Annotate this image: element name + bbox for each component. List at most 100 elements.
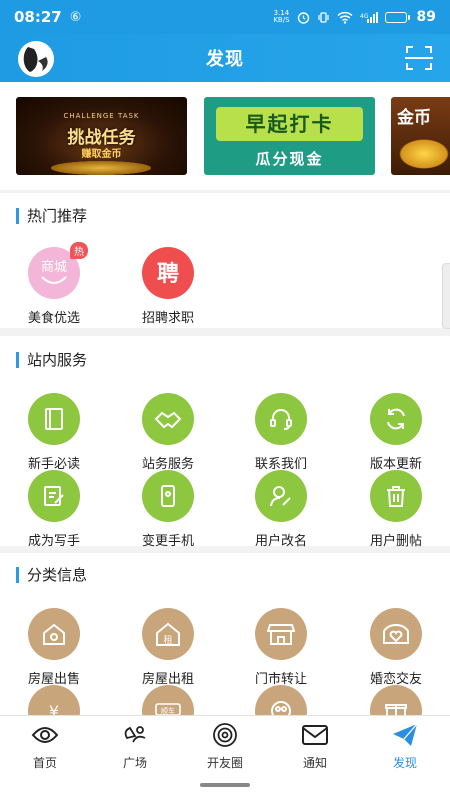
edit-icon bbox=[28, 470, 80, 522]
item-label: 成为写手 bbox=[27, 534, 80, 549]
item-label: 用户改名 bbox=[254, 534, 307, 549]
status-bar: 08:27 ⑥ 3.14 KB/S 4G 89 bbox=[0, 0, 450, 34]
svg-text:聘: 聘 bbox=[157, 262, 179, 287]
section-title: 热门推荐 bbox=[16, 208, 87, 224]
side-drawer-handle[interactable] bbox=[442, 263, 450, 329]
people-icon bbox=[255, 685, 307, 715]
paper-plane-icon bbox=[393, 723, 418, 746]
net-speed: 3.14 KB/S bbox=[273, 10, 289, 24]
avatar[interactable] bbox=[18, 41, 54, 77]
user-edit-icon bbox=[255, 470, 307, 522]
category-storefront[interactable]: 门市转让 bbox=[231, 608, 331, 687]
tab-label: 通知 bbox=[302, 756, 327, 770]
service-newbie[interactable]: 新手必读 bbox=[4, 393, 104, 472]
service-contact[interactable]: 联系我们 bbox=[231, 393, 331, 472]
home-indicator[interactable] bbox=[200, 783, 250, 787]
mail-icon bbox=[302, 725, 328, 745]
category-dating[interactable]: 婚恋交友 bbox=[346, 608, 446, 687]
heart-icon bbox=[370, 608, 422, 660]
storefront-icon bbox=[255, 608, 307, 660]
hot-item-food[interactable]: 商城 热 美食优选 bbox=[4, 242, 104, 326]
square-icon bbox=[124, 726, 146, 743]
signal-icon: 4G bbox=[360, 11, 378, 23]
refresh-icon bbox=[370, 393, 422, 445]
trash-icon bbox=[370, 470, 422, 522]
page-title: 发现 bbox=[206, 49, 244, 70]
battery-icon bbox=[384, 11, 410, 23]
alarm-icon bbox=[297, 11, 309, 24]
tab-notifications[interactable]: 通知 bbox=[270, 716, 360, 775]
status-time: 08:27 bbox=[14, 8, 62, 26]
banner-title: 早起打卡 bbox=[216, 107, 363, 141]
book-icon bbox=[28, 393, 80, 445]
wifi-icon bbox=[336, 11, 353, 24]
service-station[interactable]: 站务服务 bbox=[118, 393, 218, 472]
category-section: 分类信息 房屋出售 租 房屋出租 门市转让 婚恋交友 ¥ 顺车 bbox=[0, 553, 450, 715]
gift-icon bbox=[370, 685, 422, 715]
svg-text:4G: 4G bbox=[360, 13, 369, 20]
service-update[interactable]: 版本更新 bbox=[346, 393, 446, 472]
banner-title: 金币 bbox=[397, 108, 431, 128]
tab-friends[interactable]: 开友圈 bbox=[180, 716, 270, 775]
banner-carousel: CHALLENGE TASK 挑战任务 赚取金币 早起打卡 瓜分现金 金币 bbox=[0, 82, 450, 190]
hot-item-recruit[interactable]: 聘 招聘求职 bbox=[118, 247, 218, 326]
tab-discover[interactable]: 发现 bbox=[360, 716, 450, 775]
svg-text:顺车: 顺车 bbox=[161, 706, 175, 715]
category-item-5[interactable]: ¥ bbox=[4, 685, 104, 715]
tab-label: 发现 bbox=[392, 756, 417, 770]
house-sale-icon bbox=[28, 608, 80, 660]
banner-early-checkin[interactable]: 早起打卡 瓜分现金 bbox=[204, 97, 375, 175]
banner-challenge-task[interactable]: CHALLENGE TASK 挑战任务 赚取金币 bbox=[16, 97, 187, 175]
service-writer[interactable]: 成为写手 bbox=[4, 470, 104, 549]
tab-label: 开友圈 bbox=[206, 756, 243, 770]
section-title: 分类信息 bbox=[16, 567, 87, 583]
service-delete-post[interactable]: 用户删帖 bbox=[346, 470, 446, 549]
svg-text:租: 租 bbox=[163, 635, 172, 646]
car-icon: 顺车 bbox=[142, 685, 194, 715]
section-title: 站内服务 bbox=[16, 352, 87, 368]
item-label: 招聘求职 bbox=[141, 311, 194, 326]
mall-icon: 商城 热 bbox=[28, 242, 88, 299]
yuan-icon: ¥ bbox=[28, 685, 80, 715]
tab-home[interactable]: 首页 bbox=[0, 716, 90, 775]
banner-subtitle: CHALLENGE TASK bbox=[63, 112, 140, 120]
item-label: 用户删帖 bbox=[369, 534, 422, 549]
service-change-phone[interactable]: 变更手机 bbox=[118, 470, 218, 549]
house-rent-icon: 租 bbox=[142, 608, 194, 660]
handshake-icon bbox=[142, 393, 194, 445]
banner-tagline: 赚取金币 bbox=[81, 149, 122, 160]
recruit-icon: 聘 bbox=[142, 247, 194, 299]
category-item-6[interactable]: 顺车 bbox=[118, 685, 218, 715]
hot-section: 热门推荐 商城 热 美食优选 聘 招聘求职 bbox=[0, 193, 450, 328]
eye-icon bbox=[31, 727, 59, 743]
item-label: 变更手机 bbox=[141, 534, 194, 549]
coin-pile-icon bbox=[51, 161, 151, 175]
svg-text:商城: 商城 bbox=[41, 260, 67, 275]
banner-tagline: 瓜分现金 bbox=[255, 150, 324, 168]
service-rename[interactable]: 用户改名 bbox=[231, 470, 331, 549]
hot-badge: 热 bbox=[70, 242, 88, 259]
scan-icon bbox=[405, 46, 433, 70]
category-house-sale[interactable]: 房屋出售 bbox=[4, 608, 104, 687]
tab-label: 首页 bbox=[32, 756, 57, 770]
item-label: 美食优选 bbox=[27, 311, 80, 326]
avatar-image bbox=[18, 41, 54, 77]
svg-text:¥: ¥ bbox=[49, 702, 59, 715]
category-item-7[interactable] bbox=[231, 685, 331, 715]
scan-button[interactable] bbox=[404, 43, 434, 73]
category-item-8[interactable] bbox=[346, 685, 446, 715]
vibrate-icon bbox=[317, 11, 329, 23]
headset-icon bbox=[255, 393, 307, 445]
tab-label: 广场 bbox=[122, 756, 147, 770]
phone-icon bbox=[142, 470, 194, 522]
services-section: 站内服务 新手必读 站务服务 联系我们 版本更新 成为写手 变更手机 用户改名 … bbox=[0, 336, 450, 549]
circle-icon bbox=[213, 723, 237, 747]
net-speed-unit: KB/S bbox=[273, 16, 290, 24]
app-notification-icon: ⑥ bbox=[69, 9, 82, 25]
bottom-tab-bar: 首页 广场 开友圈 通知 发现 bbox=[0, 715, 450, 775]
tab-square[interactable]: 广场 bbox=[90, 716, 180, 775]
system-nav-area bbox=[0, 775, 450, 800]
banner-gold-coins[interactable]: 金币 bbox=[391, 97, 450, 175]
app-header: 发现 bbox=[0, 34, 450, 82]
category-house-rent[interactable]: 租 房屋出租 bbox=[118, 608, 218, 687]
